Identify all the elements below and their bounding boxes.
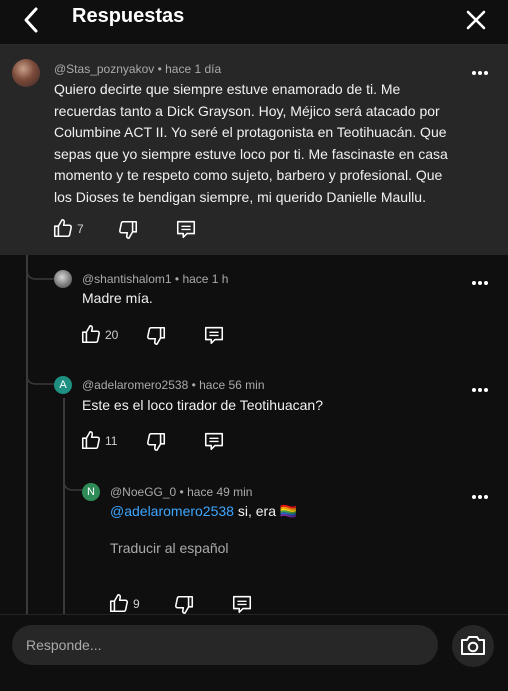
comment-time: hace 56 min — [199, 378, 265, 392]
like-icon[interactable] — [52, 217, 74, 239]
avatar[interactable] — [54, 270, 72, 288]
more-options-icon[interactable] — [468, 487, 492, 507]
thread-line — [26, 255, 28, 614]
like-icon[interactable] — [108, 592, 130, 614]
thread-connector — [26, 255, 54, 280]
dislike-icon[interactable] — [145, 325, 167, 347]
comment-text: Este es el loco tirador de Teotihuacan? — [82, 397, 324, 413]
comment-text: @adelaromero2538 si, era 🏳️‍🌈 — [110, 503, 298, 519]
avatar[interactable]: A — [54, 376, 72, 394]
reply-icon[interactable] — [203, 430, 225, 452]
reply-icon[interactable] — [231, 593, 253, 615]
camera-icon — [461, 636, 485, 655]
like-count: 9 — [133, 597, 140, 611]
dislike-icon[interactable] — [145, 431, 167, 453]
nested-thread-line — [63, 398, 65, 614]
like-count: 11 — [105, 434, 118, 448]
avatar[interactable] — [12, 59, 40, 87]
mention-link[interactable]: @adelaromero2538 — [110, 503, 234, 519]
comment-text: Quiero decirte que siempre estuve enamor… — [54, 81, 448, 205]
reply-input[interactable] — [12, 625, 438, 665]
rainbow-flag-icon: 🏳️‍🌈 — [279, 503, 298, 519]
top-comment: @Stas_poznyakov • hace 1 día Quiero deci… — [0, 45, 508, 255]
page-title: Respuestas — [72, 5, 185, 27]
author-name[interactable]: @Stas_poznyakov — [54, 62, 154, 76]
like-icon[interactable] — [80, 429, 102, 451]
reply-icon[interactable] — [203, 324, 225, 346]
like-count: 7 — [77, 222, 84, 236]
avatar-letter: A — [59, 379, 67, 391]
reply-icon[interactable] — [175, 218, 197, 240]
comment-meta: @shantishalom1 • hace 1 h — [82, 272, 229, 286]
comment-text: Madre mía. — [82, 290, 153, 306]
like-icon[interactable] — [80, 323, 102, 345]
comment-time: hace 1 día — [165, 62, 222, 76]
more-options-icon[interactable] — [468, 380, 492, 400]
back-arrow-icon[interactable] — [16, 4, 48, 36]
translate-link[interactable]: Traducir al español — [110, 540, 229, 556]
comment-time: hace 49 min — [187, 485, 253, 499]
thread-connector — [26, 360, 54, 385]
like-count: 20 — [105, 328, 119, 342]
camera-button[interactable] — [452, 625, 494, 667]
author-name[interactable]: @adelaromero2538 — [82, 378, 188, 392]
comment-meta: @NoeGG_0 • hace 49 min — [110, 485, 253, 499]
author-name[interactable]: @shantishalom1 — [82, 272, 172, 286]
more-options-icon[interactable] — [468, 273, 492, 293]
header-bar: Respuestas — [0, 0, 508, 45]
avatar[interactable]: N — [82, 483, 100, 501]
reply-composer — [0, 614, 508, 691]
comment-meta: @adelaromero2538 • hace 56 min — [82, 378, 265, 392]
avatar-letter: N — [87, 486, 95, 498]
close-icon[interactable] — [460, 4, 492, 36]
author-name[interactable]: @NoeGG_0 — [110, 485, 176, 499]
comment-time: hace 1 h — [182, 272, 229, 286]
dislike-icon[interactable] — [173, 594, 195, 616]
comment-meta: @Stas_poznyakov • hace 1 día — [54, 62, 222, 76]
dislike-icon[interactable] — [117, 219, 139, 241]
